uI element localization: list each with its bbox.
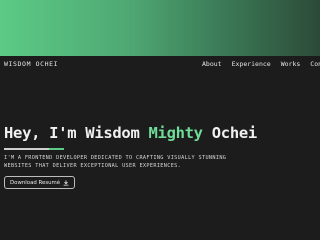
- download-icon: [63, 179, 69, 185]
- hero-tagline: I'M A FRONTEND DEVELOPER DEDICATED TO CR…: [4, 155, 227, 169]
- headline-highlight: Mighty: [148, 124, 204, 142]
- headline-greeting: Hey, I'm Wisdom: [4, 124, 149, 142]
- download-resume-button[interactable]: Download Resumé: [4, 176, 76, 189]
- hero-headline: Hey, I'm Wisdom Mighty Ochei: [4, 124, 257, 142]
- headline-underline: [4, 148, 64, 150]
- hero-gradient-banner: [0, 0, 320, 56]
- portfolio-page: WISDOM OCHEI About Experience Works Cont…: [0, 0, 320, 240]
- download-resume-label: Download Resumé: [10, 179, 61, 186]
- nav-link-contact[interactable]: Contact: [310, 60, 320, 68]
- nav-link-experience[interactable]: Experience: [232, 60, 271, 68]
- nav-link-about[interactable]: About: [202, 60, 222, 68]
- nav-links: About Experience Works Contact: [202, 60, 320, 68]
- top-navigation: WISDOM OCHEI About Experience Works Cont…: [0, 57, 320, 73]
- headline-surname: Ochei: [202, 124, 257, 142]
- nav-link-works[interactable]: Works: [281, 60, 301, 68]
- site-brand[interactable]: WISDOM OCHEI: [4, 60, 58, 68]
